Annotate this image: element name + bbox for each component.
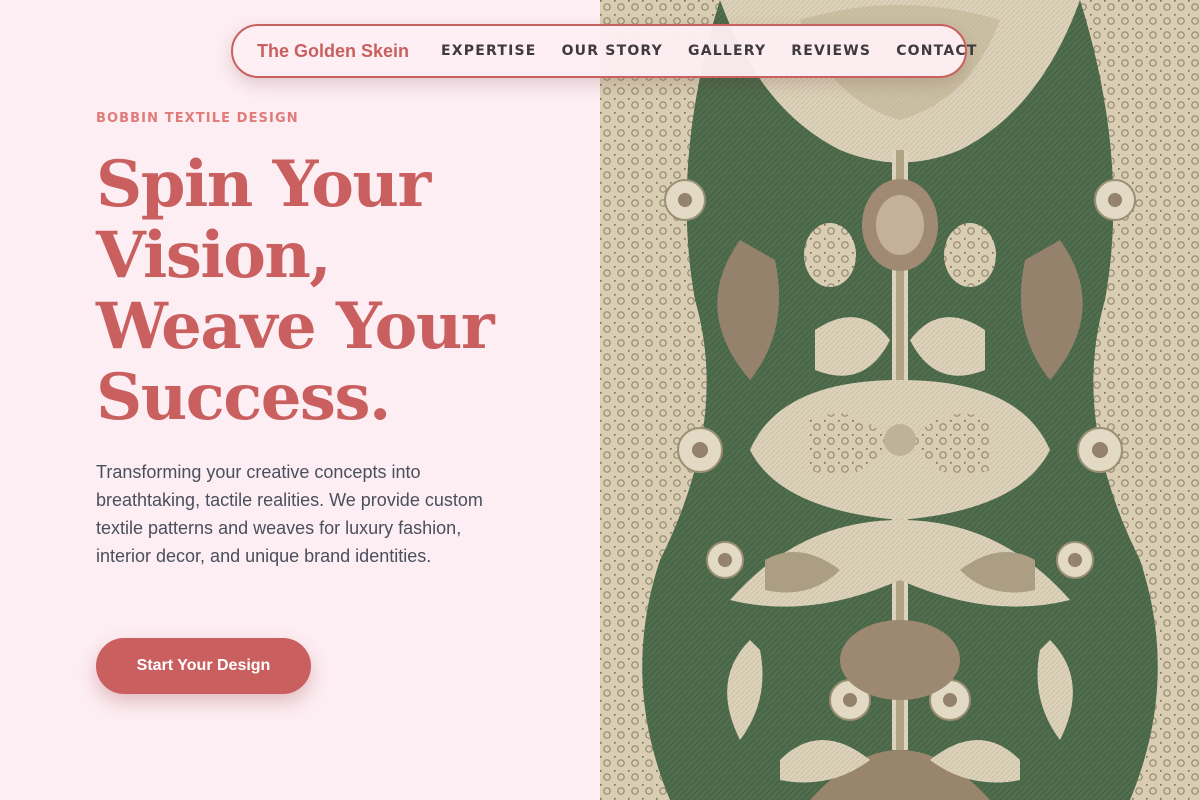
hero-eyebrow: BOBBIN TEXTILE DESIGN (96, 111, 299, 126)
nav-link-our-story[interactable]: OUR STORY (562, 43, 663, 59)
textile-pattern-graphic (600, 0, 1200, 800)
nav-link-expertise[interactable]: EXPERTISE (441, 43, 537, 59)
page: BOBBIN TEXTILE DESIGN Spin Your Vision, … (0, 0, 1200, 800)
top-navigation: The Golden Skein EXPERTISE OUR STORY GAL… (231, 24, 976, 78)
headline-line: Weave Your (96, 289, 495, 364)
brand-logo[interactable]: The Golden Skein (257, 41, 409, 62)
brocade-textile-image (600, 0, 1200, 800)
headline-line: Spin Your (96, 147, 431, 222)
hero-description: Transforming your creative concepts into… (96, 462, 483, 566)
start-design-button[interactable]: Start Your Design (96, 638, 311, 694)
nav-link-contact[interactable]: CONTACT (896, 43, 977, 59)
nav-link-reviews[interactable]: REVIEWS (791, 43, 871, 59)
nav-link-gallery[interactable]: GALLERY (688, 43, 766, 59)
hero-left-panel: BOBBIN TEXTILE DESIGN Spin Your Vision, … (0, 0, 600, 800)
nav-links: EXPERTISE OUR STORY GALLERY REVIEWS CONT… (441, 43, 978, 59)
headline-line: Vision, (96, 218, 332, 293)
headline-line: Success. (96, 360, 391, 435)
hero-headline: Spin Your Vision, Weave Your Success. (96, 149, 566, 433)
